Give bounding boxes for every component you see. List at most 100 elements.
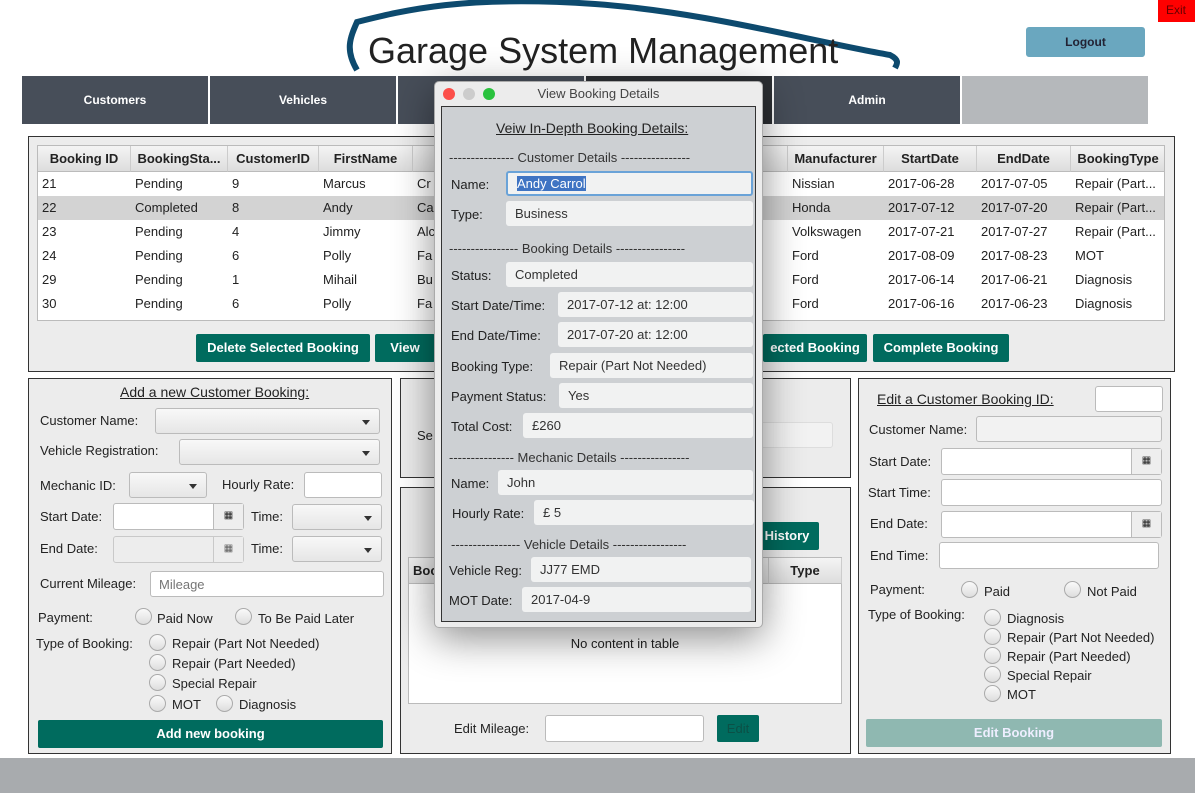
edit-type-radio[interactable] xyxy=(984,666,1001,683)
type-radio[interactable] xyxy=(149,695,166,712)
type-radio[interactable] xyxy=(149,654,166,671)
search-input[interactable] xyxy=(760,422,833,448)
edit-type-option: MOT xyxy=(1007,687,1036,702)
edit-start-date-picker[interactable]: ▦ xyxy=(941,448,1162,475)
vehicle-reg-field[interactable]: JJ77 EMD xyxy=(531,557,751,582)
history-button[interactable]: History xyxy=(755,522,819,550)
type-radio[interactable] xyxy=(149,674,166,691)
delete-booking-button[interactable]: Delete Selected Booking xyxy=(196,334,370,362)
customer-section: --------------- Customer Details -------… xyxy=(449,150,691,165)
edit-selected-booking-button[interactable]: ected Booking xyxy=(763,334,867,362)
payment-status-label: Payment Status: xyxy=(451,389,547,404)
table-cell: Diagnosis xyxy=(1075,296,1133,311)
customer-name-label: Customer Name: xyxy=(40,413,139,428)
not-paid-radio[interactable] xyxy=(1064,581,1081,598)
type-radio[interactable] xyxy=(216,695,233,712)
column-header[interactable]: Type xyxy=(769,558,842,584)
edit-end-time-input[interactable] xyxy=(939,542,1159,569)
edit-mileage-button[interactable]: Edit xyxy=(717,715,759,742)
table-cell: Pending xyxy=(135,248,183,263)
status-label: Status: xyxy=(451,268,492,283)
column-header[interactable]: Booking ID xyxy=(38,146,131,172)
table-cell: Honda xyxy=(792,200,831,215)
table-cell: 6 xyxy=(232,248,240,263)
type-option: Special Repair xyxy=(172,676,257,691)
edit-customer-name-input[interactable] xyxy=(976,416,1162,442)
hourly-rate-label: Hourly Rate: xyxy=(222,477,295,492)
column-header[interactable]: FirstName xyxy=(319,146,413,172)
column-header[interactable]: EndDate xyxy=(977,146,1071,172)
hourly-rate-input[interactable] xyxy=(304,472,382,498)
table-cell: Completed xyxy=(135,200,198,215)
total-cost-field[interactable]: £260 xyxy=(523,413,753,438)
calendar-icon[interactable]: ▦ xyxy=(213,504,243,529)
column-header[interactable]: StartDate xyxy=(884,146,977,172)
table-cell: Pending xyxy=(135,176,183,191)
edit-type-radio[interactable] xyxy=(984,647,1001,664)
table-cell: Ford xyxy=(792,296,819,311)
paid-now-label: Paid Now xyxy=(157,611,213,626)
status-field[interactable]: Completed xyxy=(506,262,753,287)
paid-later-radio[interactable] xyxy=(235,608,252,625)
mileage-input[interactable] xyxy=(150,571,384,597)
column-header[interactable]: Manufacturer xyxy=(788,146,884,172)
mechanic-id-select[interactable] xyxy=(129,472,207,498)
start-time-select[interactable] xyxy=(292,504,382,530)
tab-customers[interactable]: Customers xyxy=(22,76,208,124)
customer-name-select[interactable] xyxy=(155,408,380,434)
complete-booking-button[interactable]: Complete Booking xyxy=(873,334,1009,362)
table-cell: 2017-07-27 xyxy=(981,224,1048,239)
logout-button[interactable]: Logout xyxy=(1026,27,1145,57)
column-header[interactable]: BookingSta... xyxy=(131,146,228,172)
type-radio[interactable] xyxy=(149,634,166,651)
tab-empty[interactable] xyxy=(962,76,1148,124)
vehicle-reg-select[interactable] xyxy=(179,439,380,465)
dialog-title: View Booking Details xyxy=(537,86,660,101)
booking-type-label: Booking Type: xyxy=(451,359,534,374)
edit-end-time-label: End Time: xyxy=(870,548,929,563)
add-booking-button[interactable]: Add new booking xyxy=(38,720,383,748)
tab-vehicles[interactable]: Vehicles xyxy=(210,76,396,124)
edit-start-date-label: Start Date: xyxy=(869,454,932,469)
calendar-icon[interactable]: ▦ xyxy=(1131,512,1161,537)
hourly-rate-label: Hourly Rate: xyxy=(452,506,525,521)
table-cell: 30 xyxy=(42,296,57,311)
calendar-icon[interactable]: ▦ xyxy=(213,537,243,562)
edit-type-radio[interactable] xyxy=(984,609,1001,626)
mot-date-field[interactable]: 2017-04-9 xyxy=(522,587,751,612)
edit-type-radio[interactable] xyxy=(984,628,1001,645)
booking-id-input[interactable] xyxy=(1095,386,1163,412)
start-field[interactable]: 2017-07-12 at: 12:00 xyxy=(558,292,753,317)
customer-type-field[interactable]: Business xyxy=(506,201,753,226)
payment-status-field[interactable]: Yes xyxy=(559,383,753,408)
booking-type-field[interactable]: Repair (Part Not Needed) xyxy=(550,353,753,378)
edit-booking-button[interactable]: Edit Booking xyxy=(866,719,1162,747)
paid-radio[interactable] xyxy=(961,581,978,598)
tab-admin[interactable]: Admin xyxy=(774,76,960,124)
edit-booking-title: Edit a Customer Booking ID: xyxy=(877,391,1054,407)
edit-start-time-label: Start Time: xyxy=(868,485,931,500)
mechanic-name-field[interactable]: John xyxy=(498,470,753,495)
hourly-rate-field[interactable]: £ 5 xyxy=(534,500,754,525)
table-cell: Nissian xyxy=(792,176,835,191)
start-date-label: Start Date: xyxy=(40,509,103,524)
table-cell: Jimmy xyxy=(323,224,361,239)
calendar-icon[interactable]: ▦ xyxy=(1131,449,1161,474)
column-header[interactable]: CustomerID xyxy=(228,146,319,172)
paid-now-radio[interactable] xyxy=(135,608,152,625)
edit-type-option: Repair (Part Needed) xyxy=(1007,649,1131,664)
end-field[interactable]: 2017-07-20 at: 12:00 xyxy=(558,322,753,347)
table-cell: 4 xyxy=(232,224,240,239)
customer-name-field[interactable]: Andy Carrol xyxy=(517,176,586,191)
start-date-picker[interactable]: ▦ xyxy=(113,503,244,530)
edit-end-date-picker[interactable]: ▦ xyxy=(941,511,1162,538)
column-header[interactable]: BookingType xyxy=(1071,146,1164,172)
exit-button[interactable]: Exit xyxy=(1158,0,1195,22)
end-time-select[interactable] xyxy=(292,536,382,562)
end-date-picker[interactable]: ▦ xyxy=(113,536,244,563)
table-cell: 23 xyxy=(42,224,57,239)
edit-start-time-input[interactable] xyxy=(941,479,1162,506)
view-booking-button[interactable]: View xyxy=(375,334,435,362)
edit-mileage-input[interactable] xyxy=(545,715,704,742)
edit-type-radio[interactable] xyxy=(984,685,1001,702)
